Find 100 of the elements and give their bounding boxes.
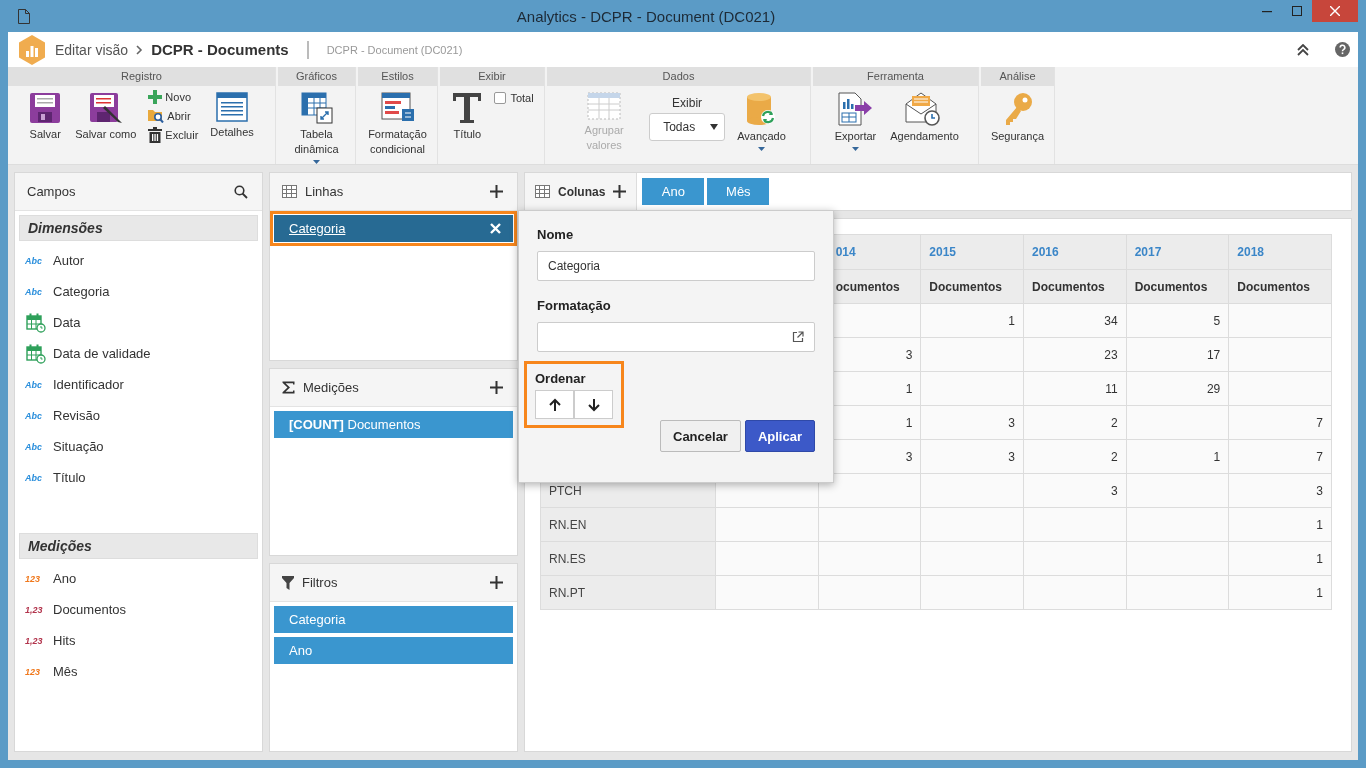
breadcrumb-link[interactable]: Editar visão [55,41,129,58]
field-item[interactable]: Data [15,307,262,338]
column-header: 2017 [1126,234,1229,270]
help-icon[interactable] [1335,42,1350,57]
table-cell: 1 [1228,575,1332,610]
table-cell: 5 [1126,303,1229,338]
toolbar-button[interactable]: Salvar como [73,90,139,144]
page-subtitle: DCPR - Document (DC021) [326,43,463,56]
toolbar-button[interactable]: Novo [148,90,199,104]
dropdown[interactable]: Todas [649,113,726,141]
toolbar-button[interactable]: Tabela dinâmica [284,90,349,166]
field-item[interactable]: 1,23 Hits [15,625,262,656]
section-header: Medições [19,533,258,559]
field-item[interactable]: Abc Revisão [15,400,262,431]
table-cell: 2 [1023,405,1127,440]
field-item[interactable]: Abc Título [15,462,262,493]
field-chip[interactable]: Categoria [274,215,513,242]
add-icon[interactable] [490,380,503,394]
document-lines-icon [216,92,249,122]
row-header: RN.ES [540,541,716,576]
column-header: 2015 [920,234,1024,270]
column-header: Documentos [920,269,1024,304]
table-icon [535,185,550,198]
table-cell: 1 [1228,507,1332,542]
apply-button[interactable]: Aplicar [744,420,815,452]
row-header: RN.PT [540,575,716,610]
field-item[interactable]: Abc Situação [15,431,262,462]
plus-icon [148,90,163,104]
toolbar-button[interactable]: Abrir [148,108,199,123]
column-header: Documentos [1228,269,1332,304]
toolbar-button[interactable]: Título [450,90,485,144]
panel-title: Linhas [305,184,345,199]
field-item[interactable]: Abc Autor [15,245,262,276]
toolbar-button[interactable]: Formatação condicional [364,90,431,159]
close-icon[interactable] [490,223,501,234]
panel-title: Medições [303,379,360,395]
field-label: Formatação [537,298,612,313]
type-label: Abc [25,441,43,452]
field-item[interactable]: 123 Ano [15,563,262,594]
toolbar-button[interactable]: Exportar [832,90,879,153]
format-field[interactable] [537,322,815,352]
name-field[interactable]: Categoria [537,251,815,281]
panel-title: Campos [27,184,77,199]
type-label: 1,23 [25,604,44,615]
sort-descending-button[interactable] [574,390,613,419]
toolbar-button[interactable]: Avançado [735,90,788,153]
table-cell: 7 [1228,439,1332,474]
table-highlight-icon [380,92,415,124]
toolbar-button[interactable]: Excluir [148,127,199,143]
column-header: 2018 [1228,234,1332,270]
sigma-icon [282,380,295,394]
type-label: 1,23 [25,635,44,646]
group-title: Exibir [440,67,544,86]
type-label: 123 [25,666,42,677]
field-label: Exibir [672,96,703,110]
panel-title: Filtros [302,575,339,591]
group-title: Dados [547,67,810,86]
toolbar-button[interactable]: Detalhes [208,90,256,142]
type-label: Abc [25,472,43,483]
export-document-icon [837,92,874,126]
add-icon[interactable] [613,185,627,198]
table-cell: 7 [1228,405,1332,440]
caret-icon [852,147,859,151]
type-label: Abc [25,255,43,266]
section-header: Dimensões [19,215,258,241]
table-cell: 29 [1126,371,1229,406]
group-title: Análise [981,67,1054,86]
type-label: 123 [25,573,42,584]
folder-search-icon [148,108,165,123]
field-item[interactable]: 123 Mês [15,656,262,687]
table-cell: 3 [920,439,1024,474]
cancel-button[interactable]: Cancelar [660,420,741,452]
window-title: Analytics - DCPR - Document (DC021) [515,7,777,25]
page-title: DCPR - Documents [151,41,289,58]
add-icon[interactable] [490,576,503,590]
field-item[interactable]: Data de validade [15,338,262,369]
toolbar-button[interactable]: Segurança [988,90,1047,146]
table-cell: 1 [920,303,1024,338]
table-arrows-icon [300,92,333,124]
close-icon [1330,6,1340,16]
checkbox[interactable] [494,92,507,104]
toolbar-button[interactable]: Agendamento [888,90,959,146]
column-header: Documentos [1126,269,1229,304]
field-item[interactable]: 1,23 Documentos [15,594,262,625]
table-cell: 3 [1023,473,1127,508]
add-icon[interactable] [490,185,503,198]
external-link-icon[interactable] [792,331,804,343]
group-title: Ferramenta [813,67,978,86]
toolbar-button[interactable]: Salvar [27,90,64,144]
field-item[interactable]: Abc Identificador [15,369,262,400]
field-item[interactable]: Abc Categoria [15,276,262,307]
type-label: Abc [25,379,43,390]
table-cell: 23 [1023,337,1127,372]
column-header: Documentos [1023,269,1127,304]
letter-t-icon [452,92,483,124]
sort-ascending-button[interactable] [535,390,574,419]
database-refresh-icon [745,92,778,126]
document-icon [18,8,30,24]
search-icon[interactable] [234,184,248,199]
collapse-icon[interactable] [1297,43,1309,56]
